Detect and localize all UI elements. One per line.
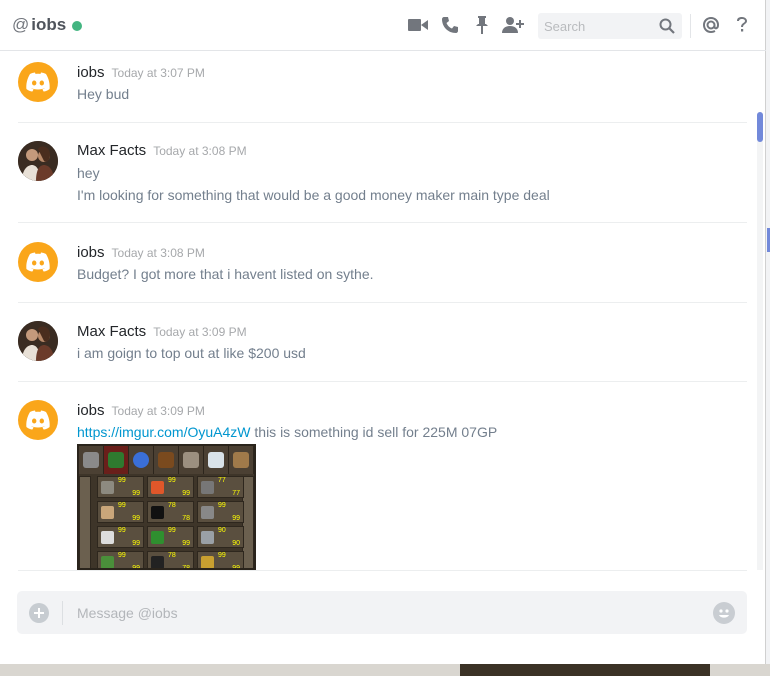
message-group: Max Facts Today at 3:09 PM i am goign to… [18,319,747,389]
mention-icon[interactable] [700,14,722,36]
dm-window: @ iobs Search iobs Today at 3:07 PM Hey … [0,0,766,664]
username[interactable]: iobs [77,402,105,419]
video-call-icon[interactable] [407,14,429,36]
user-photo-icon [18,141,58,181]
phone-call-icon[interactable] [439,14,461,36]
message-group: iobs Today at 3:07 PM Hey bud [18,60,747,130]
pin-icon[interactable] [471,14,493,36]
channel-header: @ iobs [0,0,766,51]
message-header: Max Facts Today at 3:09 PM [77,323,247,340]
composer-divider [18,570,747,571]
timestamp: Today at 3:08 PM [153,144,247,158]
message-text: Budget? I got more that i havent listed … [77,266,374,282]
search-icon[interactable] [659,18,675,39]
help-icon[interactable] [731,14,753,36]
image-tab-strip [79,446,254,474]
avatar[interactable] [18,141,58,181]
message-divider [18,122,747,123]
channel-name: iobs [31,15,67,34]
message-divider [18,302,747,303]
online-status-dot [72,21,83,31]
message-header: iobs Today at 3:09 PM [77,402,205,419]
message-list[interactable]: iobs Today at 3:07 PM Hey bud Max Facts … [0,52,766,570]
message-divider [18,222,747,223]
message-header: iobs Today at 3:08 PM [77,244,205,261]
at-symbol: @ [12,15,30,34]
message-composer[interactable] [17,591,747,634]
scrollbar-thumb[interactable] [757,112,763,142]
timestamp: Today at 3:07 PM [111,66,205,80]
message-divider [18,381,747,382]
message-text-after-link: this is something id sell for 225M 07GP [250,424,498,440]
avatar[interactable] [18,62,58,102]
upload-plus-icon[interactable] [29,603,49,623]
message-header: Max Facts Today at 3:08 PM [77,142,247,159]
username[interactable]: Max Facts [77,323,146,340]
background-window-edge [766,0,770,664]
attached-image[interactable]: 99 99 99 99 77 77 99 99 78 78 99 99 99 99 99 99 … [77,444,256,570]
composer-divider-vertical [62,601,63,625]
username[interactable]: iobs [77,64,105,81]
imgur-link[interactable]: https://imgur.com/OyuA4zW [77,424,251,440]
avatar[interactable] [18,321,58,361]
message-input[interactable] [77,602,677,624]
timestamp: Today at 3:09 PM [153,325,247,339]
discord-logo-icon [26,252,50,272]
search-box[interactable] [538,13,682,39]
avatar[interactable] [18,242,58,282]
message-text: Hey bud [77,86,130,102]
background-window-sliver [0,664,770,676]
add-friend-icon[interactable] [502,14,524,36]
scrollbar-track[interactable] [757,112,763,570]
emoji-picker-icon[interactable] [713,602,735,624]
message-text: hey [77,165,100,181]
discord-logo-icon [26,72,50,92]
message-header: iobs Today at 3:07 PM [77,64,205,81]
username[interactable]: Max Facts [77,142,146,159]
avatar[interactable] [18,400,58,440]
message-group: Max Facts Today at 3:08 PM hey I'm looki… [18,140,747,240]
timestamp: Today at 3:09 PM [111,404,205,418]
message-text: I'm looking for something that would be … [77,187,550,203]
header-divider [690,14,691,38]
message-text: i am goign to top out at like $200 usd [77,345,306,361]
user-photo-icon [18,321,58,361]
message-text: https://imgur.com/OyuA4zW this is someth… [77,424,497,440]
discord-logo-icon [26,410,50,430]
message-group: iobs Today at 3:08 PM Budget? I got more… [18,240,747,310]
image-inventory-grid: 99 99 99 99 77 77 99 99 78 78 99 99 99 99 99 99 … [97,476,244,568]
username[interactable]: iobs [77,244,105,261]
search-input[interactable] [544,18,656,34]
timestamp: Today at 3:08 PM [111,246,205,260]
